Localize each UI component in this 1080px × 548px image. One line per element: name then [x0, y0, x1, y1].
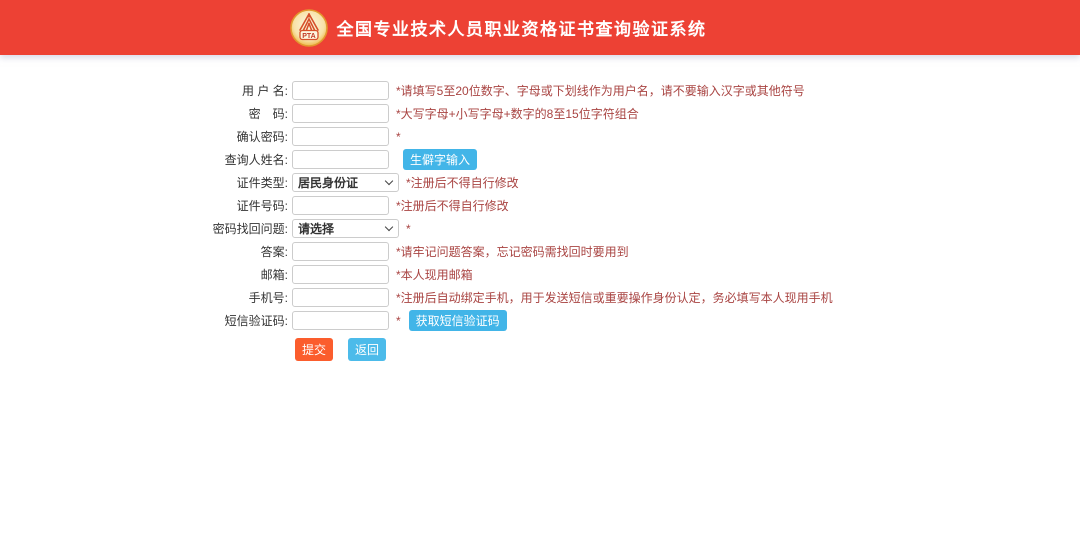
name-input[interactable]: [292, 150, 389, 169]
id-type-select-wrap: 居民身份证: [292, 173, 399, 192]
email-label: 邮箱:: [260, 268, 288, 282]
form-row-answer: 答案: *请牢记问题答案，忘记密码需找回时要用到: [148, 242, 1080, 261]
phone-hint: *注册后自动绑定手机，用于发送短信或重要操作身份认定，务必填写本人现用手机: [396, 291, 833, 305]
security-question-select[interactable]: 请选择: [292, 219, 399, 238]
phone-label: 手机号:: [248, 291, 288, 305]
id-number-label: 证件号码:: [236, 199, 288, 213]
pta-logo-icon: PTA: [289, 8, 328, 47]
form-row-id-type: 证件类型: 居民身份证 *注册后不得自行修改: [148, 173, 1080, 192]
form-row-id-number: 证件号码: *注册后不得自行修改: [148, 196, 1080, 215]
form-row-password: 密 码: *大写字母+小写字母+数字的8至15位字符组合: [148, 104, 1080, 123]
email-hint: *本人现用邮箱: [396, 268, 473, 282]
submit-button[interactable]: 提交: [295, 338, 334, 361]
answer-hint: *请牢记问题答案，忘记密码需找回时要用到: [396, 245, 629, 259]
id-type-select[interactable]: 居民身份证: [292, 173, 399, 192]
header: PTA 全国专业技术人员职业资格证书查询验证系统: [0, 0, 1080, 55]
id-type-label: 证件类型:: [236, 176, 288, 190]
logo-text: PTA: [302, 32, 315, 39]
confirm-password-hint: *: [396, 129, 401, 144]
form-row-security-question: 密码找回问题: 请选择 *: [148, 219, 1080, 238]
registration-form: 用 户 名: *请填写5至20位数字、字母或下划线作为用户名，请不要输入汉字或其…: [148, 81, 1080, 361]
form-row-sms-code: 短信验证码: * 获取短信验证码: [148, 310, 1080, 331]
get-sms-code-button[interactable]: 获取短信验证码: [408, 310, 507, 331]
id-number-hint: *注册后不得自行修改: [396, 199, 509, 213]
security-question-label: 密码找回问题:: [212, 222, 288, 236]
username-hint: *请填写5至20位数字、字母或下划线作为用户名，请不要输入汉字或其他符号: [396, 84, 805, 98]
security-question-select-wrap: 请选择: [292, 219, 399, 238]
security-question-hint: *: [406, 221, 411, 236]
form-row-confirm-password: 确认密码: *: [148, 127, 1080, 146]
required-asterisk: *: [396, 313, 401, 328]
answer-input[interactable]: [292, 242, 389, 261]
password-label: 密 码:: [248, 107, 288, 121]
header-inner: PTA 全国专业技术人员职业资格证书查询验证系统: [289, 8, 707, 47]
form-row-username: 用 户 名: *请填写5至20位数字、字母或下划线作为用户名，请不要输入汉字或其…: [148, 81, 1080, 100]
page-title: 全国专业技术人员职业资格证书查询验证系统: [336, 20, 707, 39]
form-row-name: 查询人姓名: 生僻字输入: [148, 149, 1080, 170]
username-input[interactable]: [292, 81, 389, 100]
phone-input[interactable]: [292, 288, 389, 307]
username-label: 用 户 名:: [241, 84, 288, 98]
answer-label: 答案:: [260, 245, 288, 259]
back-button[interactable]: 返回: [348, 338, 387, 361]
password-input[interactable]: [292, 104, 389, 123]
email-input[interactable]: [292, 265, 389, 284]
form-row-email: 邮箱: *本人现用邮箱: [148, 265, 1080, 284]
sms-code-label: 短信验证码:: [224, 314, 288, 328]
id-type-hint: *注册后不得自行修改: [406, 176, 519, 190]
name-label: 查询人姓名:: [224, 153, 288, 167]
sms-code-input[interactable]: [292, 311, 389, 330]
form-actions: 提交 返回: [295, 338, 1080, 361]
form-row-phone: 手机号: *注册后自动绑定手机，用于发送短信或重要操作身份认定，务必填写本人现用…: [148, 288, 1080, 307]
rare-character-button[interactable]: 生僻字输入: [403, 149, 478, 170]
confirm-password-label: 确认密码:: [236, 130, 288, 144]
id-number-input[interactable]: [292, 196, 389, 215]
confirm-password-input[interactable]: [292, 127, 389, 146]
password-hint: *大写字母+小写字母+数字的8至15位字符组合: [396, 107, 639, 121]
